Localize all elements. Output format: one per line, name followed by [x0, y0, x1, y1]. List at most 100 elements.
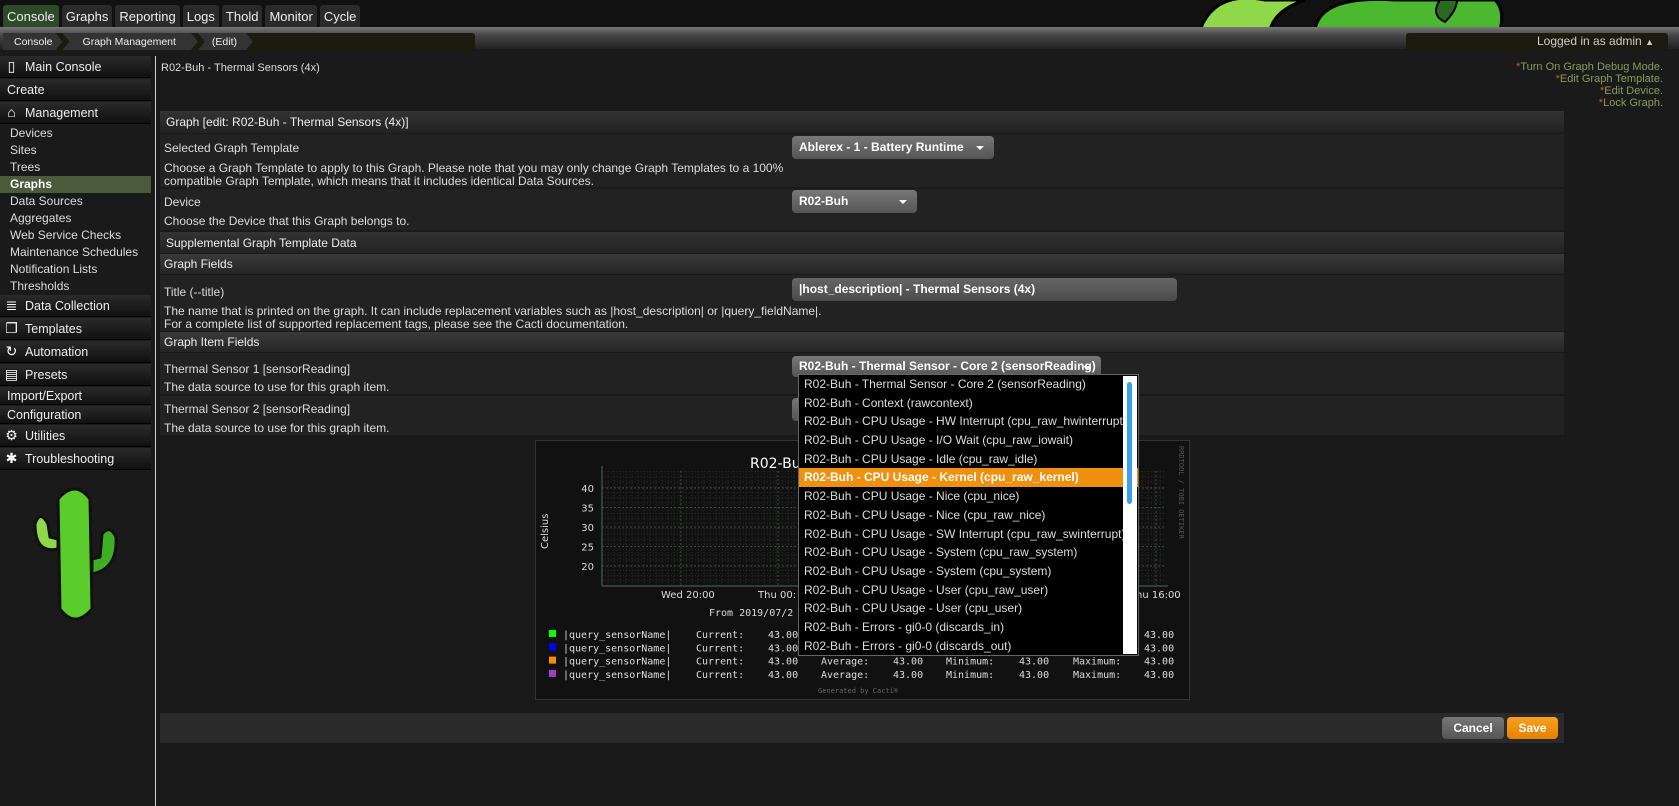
- cactus-logo: [33, 487, 118, 621]
- dropdown-option[interactable]: R02-Buh - CPU Usage - System (cpu_system…: [799, 562, 1138, 581]
- sidebar-item-aggregates[interactable]: Aggregates: [0, 210, 151, 227]
- legend-text: Current:: [696, 657, 744, 668]
- dropdown-option[interactable]: R02-Buh - CPU Usage - SW Interrupt (cpu_…: [799, 525, 1138, 544]
- legend-text: 43.00: [768, 657, 798, 668]
- legend-text: 43.00: [768, 670, 798, 681]
- dropdown-option[interactable]: R02-Buh - CPU Usage - System (cpu_raw_sy…: [799, 543, 1138, 562]
- graph-template-select[interactable]: Ablerex - 1 - Battery Runtime: [792, 136, 994, 159]
- chevron-down-icon: [1083, 366, 1091, 370]
- sidebar-item-graphs[interactable]: Graphs: [0, 176, 151, 193]
- device-desc: Choose the Device that this Graph belong…: [164, 214, 410, 228]
- template-label: Selected Graph Template: [164, 141, 300, 155]
- sidebar-label: Utilities: [25, 428, 66, 443]
- title-input[interactable]: |host_description| - Thermal Sensors (4x…: [792, 278, 1177, 301]
- graph-fields-header: Graph Fields: [160, 254, 1564, 274]
- sidebar-label: Configuration: [7, 407, 82, 422]
- breadcrumb-edit[interactable]: (Edit): [198, 33, 253, 50]
- sidebar-troubleshooting[interactable]: ✱ Troubleshooting: [0, 448, 151, 470]
- sidebar-item-thresholds[interactable]: Thresholds: [0, 278, 151, 295]
- sidebar-item-trees[interactable]: Trees: [0, 159, 151, 176]
- device-field: Device Choose the Device that this Graph…: [160, 189, 1564, 231]
- legend-text: 43.00: [1144, 670, 1174, 681]
- device-select[interactable]: R02-Buh: [792, 190, 917, 213]
- legend-text: |query_sensorName|: [563, 670, 671, 681]
- y-tick: 20: [581, 562, 594, 573]
- template-field: Selected Graph Template Choose a Graph T…: [160, 134, 1564, 188]
- sidebar-create[interactable]: Create: [0, 79, 151, 101]
- dropdown-option[interactable]: R02-Buh - CPU Usage - I/O Wait (cpu_raw_…: [799, 431, 1138, 450]
- action-links: *Turn On Graph Debug Mode. *Edit Graph T…: [1516, 61, 1663, 109]
- x-tick: hu 16:00: [1136, 590, 1181, 601]
- dropdown-option[interactable]: R02-Buh - CPU Usage - User (cpu_user): [799, 599, 1138, 618]
- tab-thold[interactable]: Thold: [221, 5, 263, 28]
- sidebar-label: Management: [25, 105, 98, 120]
- sidebar-item-web-service-checks[interactable]: Web Service Checks: [0, 227, 151, 244]
- template-desc: Choose a Graph Template to apply to this…: [164, 161, 784, 188]
- legend-text: Maximum:: [1073, 670, 1121, 681]
- sidebar-data-collection[interactable]: ≣ Data Collection: [0, 295, 151, 317]
- top-navigation: Console Graphs Reporting Logs Thold Moni…: [0, 0, 1679, 30]
- tab-monitor[interactable]: Monitor: [265, 5, 317, 28]
- legend-text: Maximum:: [1073, 657, 1121, 668]
- sidebar-utilities[interactable]: ⚙ Utilities: [0, 425, 151, 447]
- sidebar-item-maintenance-schedules[interactable]: Maintenance Schedules: [0, 244, 151, 261]
- sidebar-label: Automation: [25, 344, 89, 359]
- sidebar-import-export[interactable]: Import/Export: [0, 387, 151, 405]
- dropdown-option[interactable]: R02-Buh - CPU Usage - Nice (cpu_raw_nice…: [799, 506, 1138, 525]
- legend-text: 43.00: [1144, 657, 1174, 668]
- scrollbar-thumb[interactable]: [1127, 382, 1132, 504]
- tab-console[interactable]: Console: [3, 5, 59, 28]
- tab-cycle[interactable]: Cycle: [319, 5, 361, 28]
- tab-reporting[interactable]: Reporting: [115, 5, 180, 28]
- legend-text: 43.00: [1019, 670, 1049, 681]
- dropdown-option[interactable]: R02-Buh - CPU Usage - Kernel (cpu_raw_ke…: [799, 468, 1138, 488]
- sidebar-presets[interactable]: ▤ Presets: [0, 364, 151, 386]
- map-icon: ▯: [7, 58, 16, 74]
- breadcrumb-console[interactable]: Console: [3, 33, 63, 50]
- breadcrumb-graph-management[interactable]: Graph Management: [63, 33, 198, 50]
- save-button[interactable]: Save: [1507, 717, 1558, 739]
- dropdown-option[interactable]: R02-Buh - CPU Usage - Idle (cpu_raw_idle…: [799, 450, 1138, 469]
- user-menu[interactable]: Logged in as admin ▲: [1406, 33, 1668, 50]
- legend-swatch: [549, 643, 556, 651]
- legend-text: 43.00: [1144, 643, 1174, 654]
- sidebar-configuration[interactable]: Configuration: [0, 406, 151, 424]
- refresh-icon: ↻: [5, 343, 18, 359]
- legend-swatch: [549, 669, 556, 677]
- dropdown-option[interactable]: R02-Buh - CPU Usage - User (cpu_raw_user…: [799, 581, 1138, 600]
- y-axis-label: Celsius: [540, 514, 551, 549]
- sidebar-label: Create: [7, 82, 45, 97]
- dropdown-option[interactable]: R02-Buh - Context (rawcontext): [799, 394, 1138, 413]
- dropdown-option[interactable]: R02-Buh - Errors - gi0-0 (discards_in): [799, 618, 1138, 637]
- tab-logs[interactable]: Logs: [182, 5, 219, 28]
- edit-graph-template-link[interactable]: *Edit Graph Template.: [1516, 73, 1663, 85]
- sidebar-item-notification-lists[interactable]: Notification Lists: [0, 261, 151, 278]
- sidebar-item-data-sources[interactable]: Data Sources: [0, 193, 151, 210]
- dropdown-option[interactable]: R02-Buh - CPU Usage - HW Interrupt (cpu_…: [799, 412, 1138, 431]
- sidebar-management[interactable]: ⌂ Management: [0, 102, 151, 124]
- graph-title: R02-Bu: [750, 456, 801, 472]
- sidebar-item-sites[interactable]: Sites: [0, 142, 151, 159]
- sidebar-divider: [155, 56, 156, 806]
- lock-graph-link[interactable]: *Lock Graph.: [1516, 97, 1663, 109]
- legend-text: 43.00: [893, 670, 923, 681]
- legend-text: Current:: [696, 630, 744, 641]
- sensor2-desc: The data source to use for this graph it…: [164, 421, 390, 435]
- dropdown-option[interactable]: R02-Buh - CPU Usage - Nice (cpu_nice): [799, 487, 1138, 506]
- sensor1-dropdown-list[interactable]: R02-Buh - Thermal Sensor - Core 2 (senso…: [798, 374, 1139, 656]
- sidebar-main-console[interactable]: ▯ Main Console: [0, 56, 151, 78]
- sidebar-automation[interactable]: ↻ Automation: [0, 341, 151, 363]
- legend-text: |query_sensorName|: [563, 657, 671, 668]
- edit-device-link[interactable]: *Edit Device.: [1516, 85, 1663, 97]
- cancel-button[interactable]: Cancel: [1442, 717, 1504, 739]
- debug-mode-link[interactable]: *Turn On Graph Debug Mode.: [1516, 61, 1663, 73]
- sidebar-item-devices[interactable]: Devices: [0, 125, 151, 142]
- dropdown-option[interactable]: R02-Buh - Errors - gi0-0 (discards_out): [799, 637, 1138, 655]
- dropdown-option[interactable]: R02-Buh - Thermal Sensor - Core 2 (senso…: [799, 375, 1138, 394]
- legend-text: Minimum:: [946, 657, 994, 668]
- sidebar-templates[interactable]: ❐ Templates: [0, 318, 151, 340]
- tab-graphs[interactable]: Graphs: [61, 5, 113, 28]
- dropdown-scrollbar[interactable]: [1123, 376, 1137, 654]
- device-label: Device: [164, 195, 201, 209]
- legend-text: 43.00: [1019, 657, 1049, 668]
